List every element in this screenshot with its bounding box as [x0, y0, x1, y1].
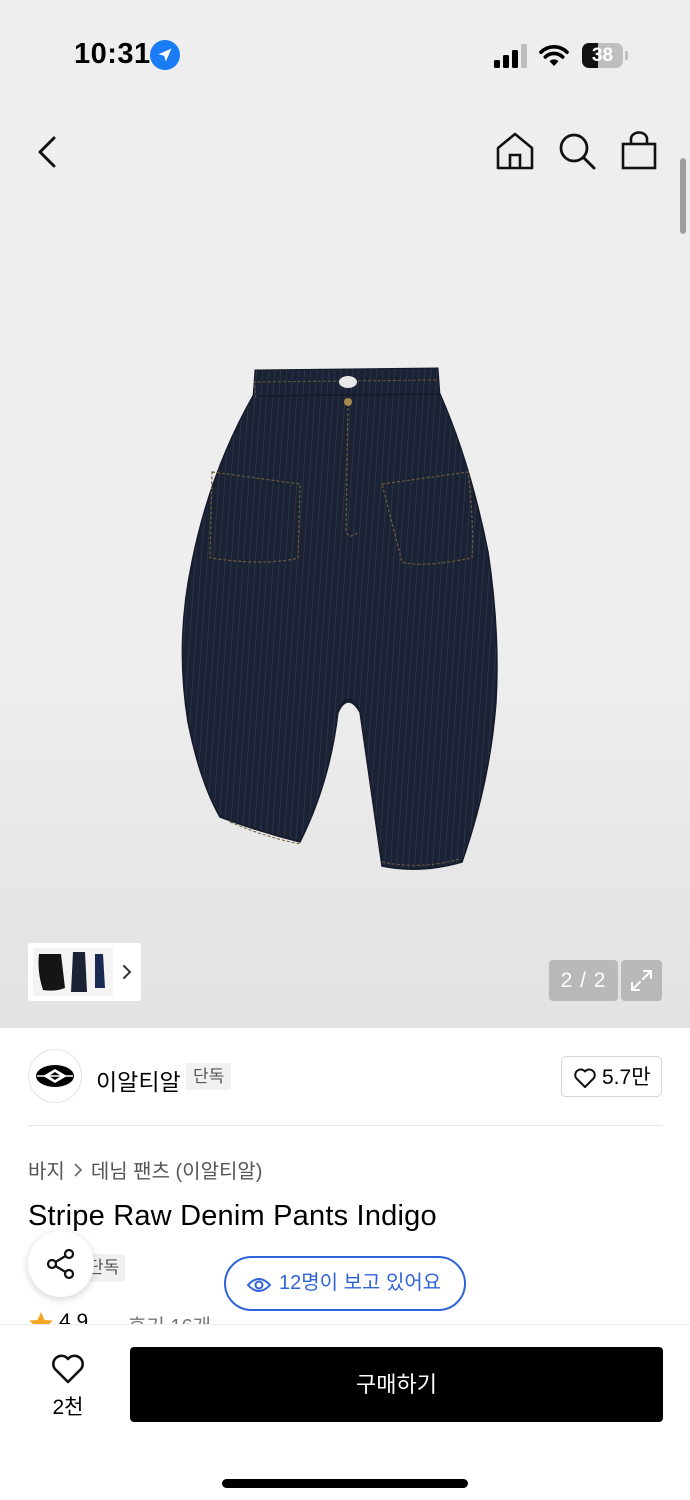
- brand-like-count: 5.7만: [602, 1066, 651, 1089]
- share-button[interactable]: [28, 1231, 94, 1297]
- favorite-count: 2천: [52, 1396, 84, 1419]
- denim-pants-photo: [181, 367, 498, 870]
- scrollbar[interactable]: [680, 158, 686, 234]
- favorite-button[interactable]: 2천: [40, 1349, 96, 1419]
- heart-icon: [52, 1354, 84, 1384]
- exclusive-badge: 단독: [186, 1063, 232, 1090]
- cellular-signal-icon: [494, 44, 527, 68]
- expand-image-button[interactable]: [621, 960, 662, 1001]
- buy-button[interactable]: 구매하기: [130, 1347, 663, 1422]
- viewers-indicator: 12명이 보고 있어요: [224, 1256, 466, 1311]
- brand-name[interactable]: 이알티알: [96, 1063, 181, 1097]
- breadcrumb-item-pants[interactable]: 바지: [28, 1155, 65, 1184]
- brand-logo[interactable]: [28, 1049, 82, 1103]
- eye-icon: [246, 1278, 272, 1292]
- product-title: Stripe Raw Denim Pants Indigo: [28, 1200, 437, 1232]
- heart-icon: [574, 1068, 596, 1088]
- chevron-right-icon: [74, 1162, 82, 1177]
- location-arrow-icon: [150, 40, 180, 70]
- home-icon[interactable]: [494, 130, 536, 172]
- gallery-thumbnails[interactable]: [28, 943, 141, 1001]
- breadcrumb-item-denim[interactable]: 데님 팬츠 (이알티알): [91, 1155, 263, 1184]
- status-time: 10:31: [74, 38, 151, 70]
- viewers-text: 12명이 보고 있어요: [279, 1272, 442, 1294]
- chevron-right-icon[interactable]: [120, 962, 134, 982]
- thumbnail-image[interactable]: [33, 948, 113, 996]
- battery-indicator: 38: [582, 43, 628, 68]
- status-bar: 10:31 38: [0, 0, 690, 110]
- expand-icon: [631, 970, 652, 991]
- brand-row: 이알티알 단독 5.7만: [0, 1028, 690, 1126]
- shopping-bag-icon[interactable]: [618, 130, 660, 172]
- divider: [28, 1125, 662, 1126]
- wifi-icon: [539, 45, 569, 66]
- search-icon[interactable]: [556, 130, 598, 172]
- brand-logo-icon: [36, 1065, 74, 1087]
- home-indicator[interactable]: [222, 1479, 468, 1488]
- chevron-left-icon[interactable]: [28, 132, 68, 172]
- brand-like-button[interactable]: 5.7만: [561, 1056, 662, 1097]
- battery-percent: 38: [591, 45, 614, 66]
- gallery-page-counter: 2 / 2: [549, 960, 618, 1001]
- share-icon: [46, 1248, 75, 1280]
- breadcrumb: 바지 데님 팬츠 (이알티알): [28, 1155, 262, 1184]
- bottom-action-bar: 2천 구매하기: [0, 1324, 690, 1500]
- product-image-gallery[interactable]: 2 / 2: [0, 110, 690, 1028]
